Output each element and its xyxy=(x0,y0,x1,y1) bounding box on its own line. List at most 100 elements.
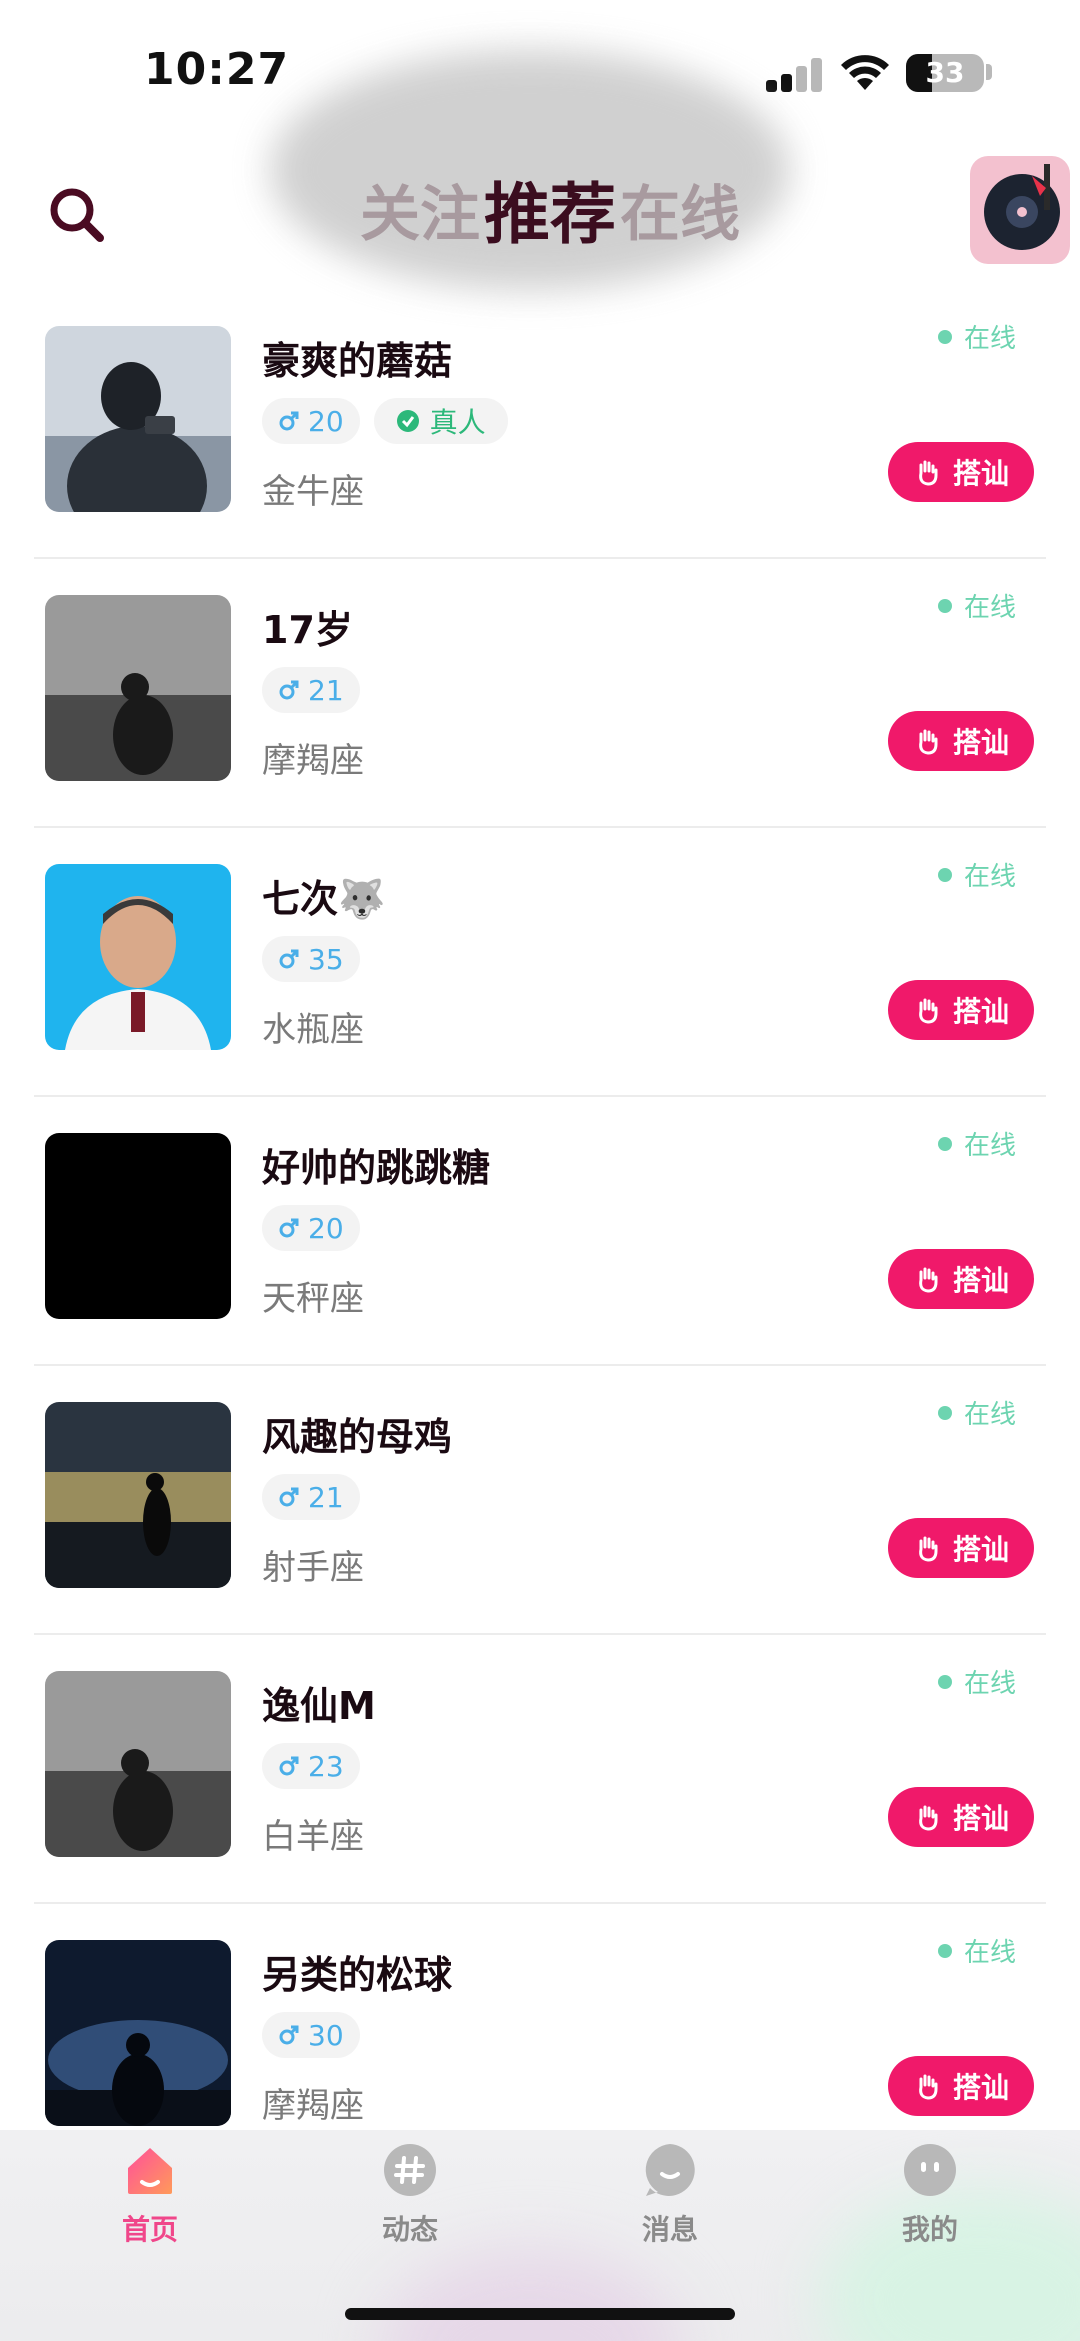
age-badge: 23 xyxy=(262,1743,360,1789)
list-item[interactable]: 豪爽的蘑菇 20 真人 金牛座 在线 搭讪 xyxy=(34,290,1046,559)
zodiac: 射手座 xyxy=(262,1548,364,1588)
nav-home[interactable]: 首页 xyxy=(80,2142,220,2262)
list-item[interactable]: 七次🐺 35 水瓶座 在线 搭讪 xyxy=(34,828,1046,1097)
tab-online[interactable]: 在线 xyxy=(620,175,740,255)
nav-feed[interactable]: 动态 xyxy=(340,2142,480,2262)
online-status: 在线 xyxy=(937,587,1016,624)
wave-hand-icon xyxy=(919,2074,938,2100)
online-label: 在线 xyxy=(963,1131,1016,1161)
male-icon xyxy=(279,1756,299,1776)
tab-recommend-label: 推荐 xyxy=(484,176,616,253)
zodiac: 摩羯座 xyxy=(262,2086,364,2126)
age-badge: 35 xyxy=(262,936,360,982)
top-tabs: 关注 推荐 在线 xyxy=(360,170,740,260)
tab-recommend[interactable]: 推荐 xyxy=(484,175,616,255)
age-badge: 20 xyxy=(262,398,360,444)
greet-button[interactable]: 搭讪 xyxy=(888,442,1034,502)
profile-icon xyxy=(904,2144,956,2196)
age-badge: 21 xyxy=(262,667,360,713)
online-label: 在线 xyxy=(963,324,1016,354)
avatar[interactable] xyxy=(45,864,231,1050)
list-item[interactable]: 风趣的母鸡 21 射手座 在线 搭讪 xyxy=(34,1366,1046,1635)
zodiac: 水瓶座 xyxy=(262,1010,364,1050)
greet-button[interactable]: 搭讪 xyxy=(888,1249,1034,1309)
age-value: 30 xyxy=(308,2018,344,2052)
greet-button[interactable]: 搭讪 xyxy=(888,1518,1034,1578)
verified-label: 真人 xyxy=(429,406,486,439)
online-status: 在线 xyxy=(937,1125,1016,1162)
list-item[interactable]: 17岁 21 摩羯座 在线 搭讪 xyxy=(34,559,1046,828)
online-status: 在线 xyxy=(937,1394,1016,1431)
greet-label: 搭讪 xyxy=(952,1264,1009,1297)
age-value: 23 xyxy=(308,1749,344,1783)
wave-hand-icon xyxy=(919,460,938,486)
wifi-icon xyxy=(841,55,889,90)
nav-feed-label: 动态 xyxy=(381,2213,438,2246)
age-badge: 20 xyxy=(262,1205,360,1251)
zodiac: 摩羯座 xyxy=(262,741,364,781)
avatar[interactable] xyxy=(45,1940,231,2126)
search-icon[interactable] xyxy=(42,180,112,250)
online-label: 在线 xyxy=(963,1400,1016,1430)
message-icon xyxy=(645,2144,695,2196)
greet-button[interactable]: 搭讪 xyxy=(888,980,1034,1040)
online-status: 在线 xyxy=(937,1663,1016,1700)
age-value: 21 xyxy=(308,1480,344,1514)
music-player-button[interactable] xyxy=(970,156,1070,264)
male-icon xyxy=(279,1487,299,1507)
greet-label: 搭讪 xyxy=(952,726,1009,759)
user-name: 逸仙M xyxy=(262,1684,376,1728)
male-icon xyxy=(279,1218,299,1238)
age-badge: 30 xyxy=(262,2012,360,2058)
wave-hand-icon xyxy=(919,729,938,755)
greet-button[interactable]: 搭讪 xyxy=(888,2056,1034,2116)
user-name: 另类的松球 xyxy=(262,1953,453,1997)
music-disc-icon xyxy=(984,164,1060,250)
age-value: 20 xyxy=(308,404,344,438)
greet-label: 搭讪 xyxy=(952,457,1009,490)
greet-label: 搭讪 xyxy=(952,995,1009,1028)
online-label: 在线 xyxy=(963,1938,1016,1968)
online-status: 在线 xyxy=(937,1932,1016,1969)
age-value: 20 xyxy=(308,1211,344,1245)
nav-home-label: 首页 xyxy=(121,2213,178,2246)
wave-hand-icon xyxy=(919,998,938,1024)
verified-icon xyxy=(396,410,419,432)
online-status: 在线 xyxy=(937,856,1016,893)
online-status: 在线 xyxy=(937,318,1016,355)
avatar[interactable] xyxy=(45,595,231,781)
user-name: 七次🐺 xyxy=(262,877,386,921)
greet-label: 搭讪 xyxy=(952,2071,1009,2104)
greet-button[interactable]: 搭讪 xyxy=(888,711,1034,771)
wave-hand-icon xyxy=(919,1536,938,1562)
nav-profile-label: 我的 xyxy=(901,2213,958,2246)
battery-level: 33 xyxy=(925,56,965,89)
avatar[interactable] xyxy=(45,1133,231,1319)
avatar[interactable] xyxy=(45,1402,231,1588)
nav-messages[interactable]: 消息 xyxy=(600,2142,740,2262)
user-name: 17岁 xyxy=(262,608,353,652)
age-value: 35 xyxy=(308,942,344,976)
battery-icon: 33 xyxy=(906,54,984,92)
zodiac: 白羊座 xyxy=(262,1817,364,1857)
tab-follow[interactable]: 关注 xyxy=(360,175,480,255)
user-name: 好帅的跳跳糖 xyxy=(262,1146,491,1190)
greet-label: 搭讪 xyxy=(952,1802,1009,1835)
home-icon xyxy=(128,2148,172,2194)
zodiac: 金牛座 xyxy=(262,472,364,512)
wave-hand-icon xyxy=(919,1267,938,1293)
avatar[interactable] xyxy=(45,1671,231,1857)
list-item[interactable]: 好帅的跳跳糖 20 天秤座 在线 搭讪 xyxy=(34,1097,1046,1366)
greet-button[interactable]: 搭讪 xyxy=(888,1787,1034,1847)
user-name: 风趣的母鸡 xyxy=(262,1415,453,1459)
online-label: 在线 xyxy=(963,1669,1016,1699)
male-icon xyxy=(279,680,299,700)
nav-profile[interactable]: 我的 xyxy=(860,2142,1000,2262)
zodiac: 天秤座 xyxy=(262,1279,364,1319)
nav-messages-label: 消息 xyxy=(641,2213,698,2246)
avatar[interactable] xyxy=(45,326,231,512)
verified-badge: 真人 xyxy=(373,398,508,444)
age-badge: 21 xyxy=(262,1474,360,1520)
male-icon xyxy=(279,949,299,969)
list-item[interactable]: 逸仙M 23 白羊座 在线 搭讪 xyxy=(34,1635,1046,1904)
